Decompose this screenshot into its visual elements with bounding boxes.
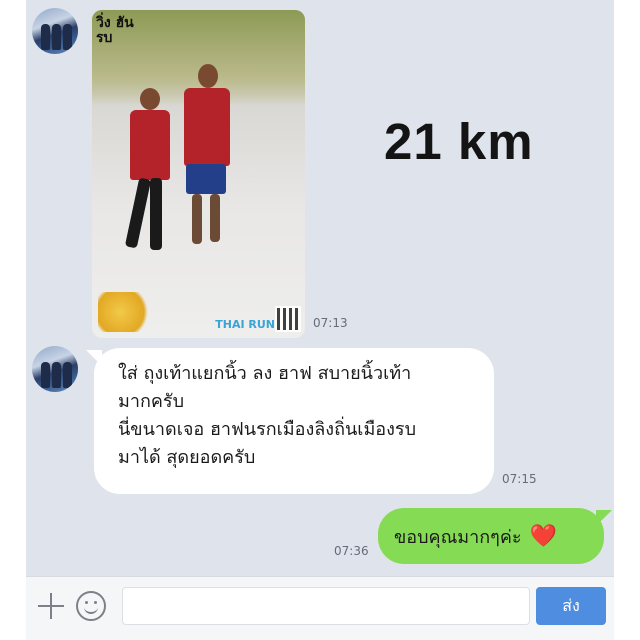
event-logo [98,292,154,332]
running-photo[interactable]: วิ่ง ฮัน รบ THAI RUN [92,10,305,338]
chat-window: วิ่ง ฮัน รบ THAI RUN 07:13 21 km ใส่ ถุง… [26,0,614,640]
photo-logo-top: วิ่ง ฮัน รบ [96,15,134,46]
message-input[interactable] [122,587,530,625]
qr-code [275,306,301,332]
heart-emoji: ❤️ [529,523,557,549]
send-button[interactable]: ส่ง [536,587,606,625]
message-line: นี่ขนาดเจอ ฮาฟนรกเมืองลิงถิ่นเมืองรบ [118,419,417,440]
plus-icon[interactable] [36,591,66,621]
sent-message-bubble[interactable]: ขอบคุณมากๆค่ะ ❤️ [378,508,612,564]
distance-text: 21 km [384,113,534,170]
received-message-bubble[interactable]: ใส่ ถุงเท้าแยกนิ้ว ลง ฮาฟ สบายนิ้วเท้า ม… [86,348,494,494]
message-line: ใส่ ถุงเท้าแยกนิ้ว ลง ฮาฟ สบายนิ้วเท้า [118,363,412,384]
sent-message-time: 07:36 [334,544,369,558]
emoji-icon[interactable] [76,591,106,621]
message-line: มาได้ สุดยอดครับ [118,447,256,468]
received-message-time: 07:15 [502,472,537,486]
photo-time: 07:13 [313,316,348,330]
sender-avatar-2[interactable] [32,346,78,392]
message-input-bar: ส่ง [26,576,614,640]
sent-message-text: ขอบคุณมากๆค่ะ [394,526,522,548]
sender-avatar[interactable] [32,8,78,54]
message-line: มากครับ [118,391,185,412]
photo-logo-thairun: THAI RUN [215,318,275,331]
